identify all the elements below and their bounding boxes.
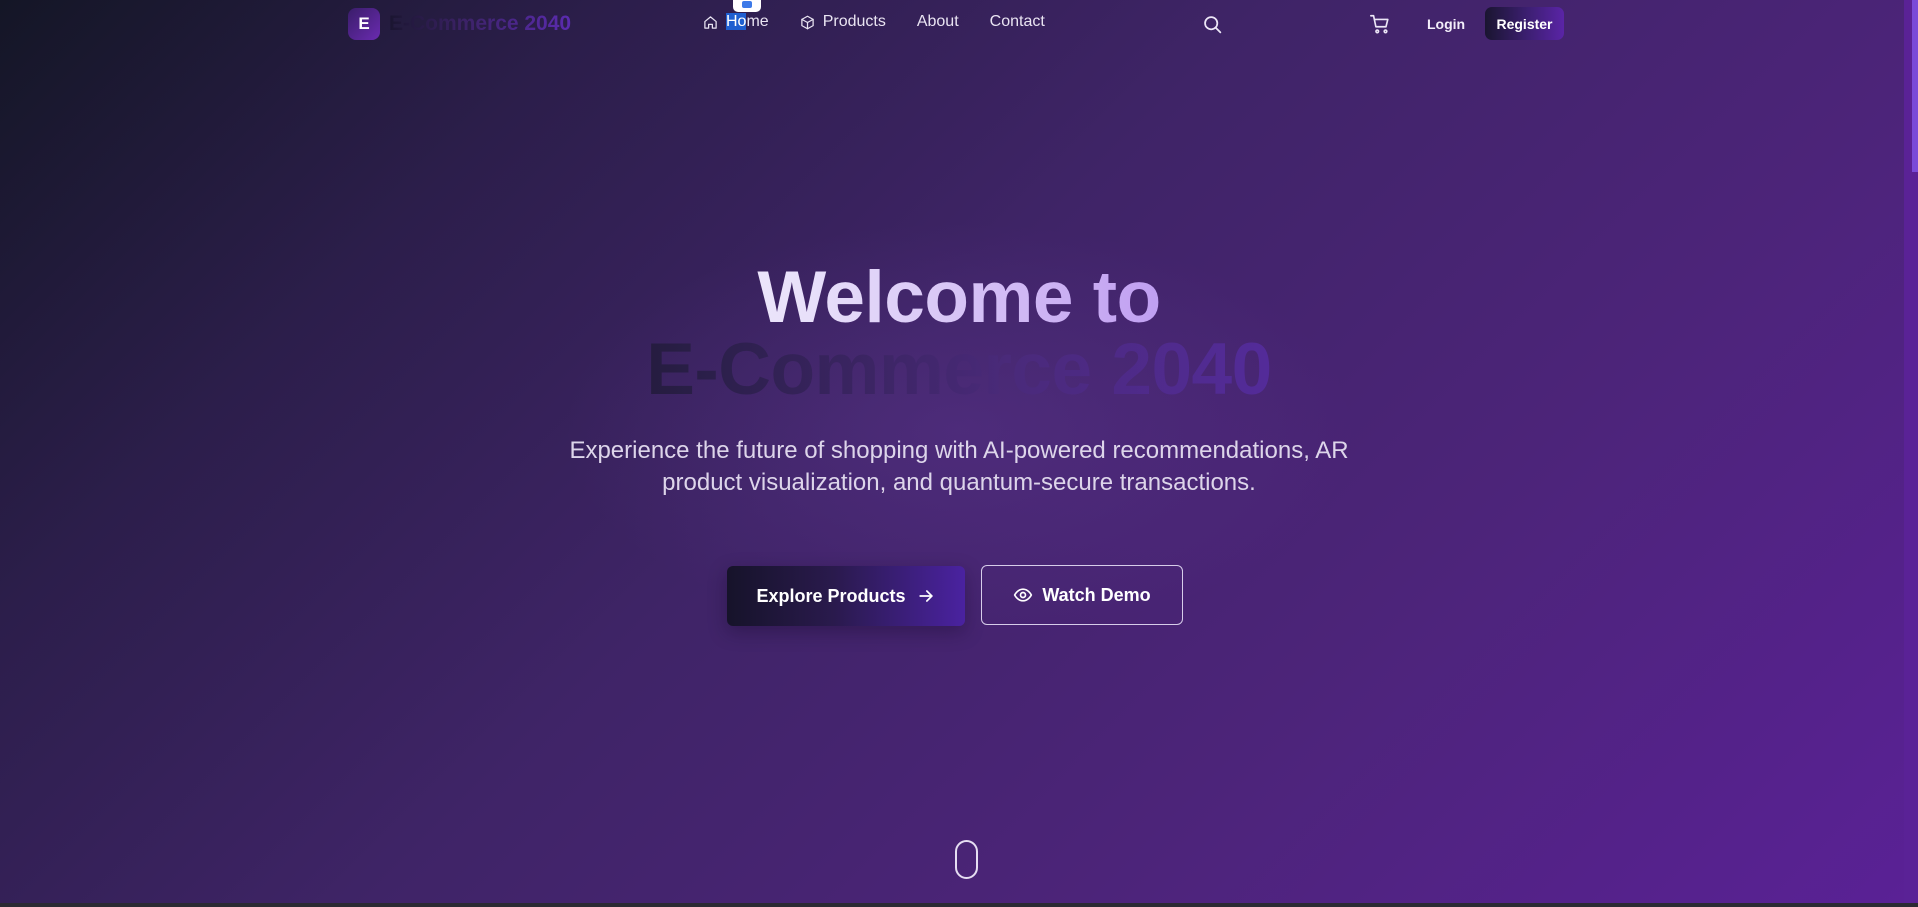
- login-button[interactable]: Login: [1427, 13, 1465, 35]
- nav-link-about[interactable]: About: [917, 13, 959, 31]
- watch-demo-label: Watch Demo: [1042, 584, 1151, 605]
- nav-link-products-label: Products: [822, 13, 886, 30]
- search-button[interactable]: [1200, 12, 1224, 36]
- selection-highlight: Ho: [726, 13, 747, 30]
- explore-products-label: Explore Products: [756, 585, 906, 606]
- cart-icon: [1370, 14, 1389, 34]
- register-button[interactable]: Register: [1485, 7, 1564, 40]
- brand-name: E-Commerce 2040: [389, 12, 572, 35]
- logo-badge: E: [348, 8, 380, 40]
- nav-link-home-label: Home: [726, 13, 769, 31]
- scroll-down-indicator[interactable]: [955, 840, 978, 879]
- nav-links: Home Products About Contact: [703, 13, 1076, 31]
- nav-link-home[interactable]: Home: [703, 13, 769, 31]
- navbar: E E-Commerce 2040 Home Products About Co…: [0, 0, 1904, 48]
- hero-subtitle: Experience the future of shopping with A…: [569, 437, 1349, 496]
- nav-link-contact-label: Contact: [989, 13, 1045, 30]
- nav-link-home-label-rest: me: [746, 13, 769, 30]
- cart-button[interactable]: [1368, 12, 1392, 36]
- watch-demo-button[interactable]: Watch Demo: [981, 565, 1183, 625]
- window-bottom-edge: [0, 903, 1918, 907]
- scrollbar-thumb[interactable]: [1912, 0, 1918, 172]
- hero-title-line-2: E-Commerce 2040: [459, 333, 1459, 406]
- eye-icon: [1014, 588, 1033, 602]
- drag-handle-badge[interactable]: [733, 0, 761, 12]
- nav-link-contact[interactable]: Contact: [990, 13, 1045, 31]
- home-icon: [704, 15, 717, 29]
- explore-products-button[interactable]: Explore Products: [727, 566, 965, 626]
- brand-logo-link[interactable]: E E-Commerce 2040: [348, 8, 571, 40]
- search-icon: [1203, 15, 1221, 33]
- box-icon: [800, 15, 814, 29]
- arrow-right-icon: [918, 590, 933, 602]
- hero-title-line-1: Welcome to: [459, 261, 1459, 334]
- hero-title: Welcome to E-Commerce 2040: [459, 261, 1459, 406]
- nav-link-products[interactable]: Products: [800, 13, 886, 31]
- nav-link-about-label: About: [916, 13, 959, 30]
